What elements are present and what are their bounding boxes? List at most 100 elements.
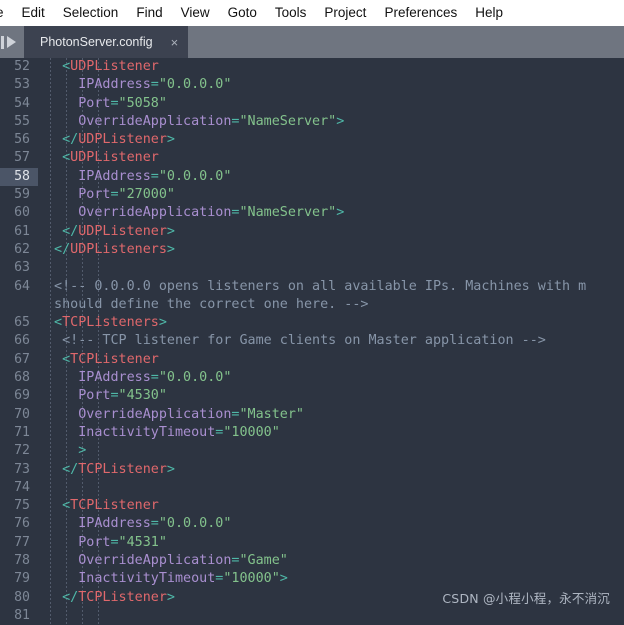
code-line[interactable]: 52 <UDPListener [0, 58, 624, 76]
tab-bar: PhotonServer.config × [0, 26, 624, 58]
menu-goto[interactable]: Goto [219, 0, 266, 26]
token-br: = [110, 95, 119, 111]
code-line[interactable]: 61 </UDPListener> [0, 223, 624, 241]
code-line[interactable]: 67 <TCPListener [0, 351, 624, 369]
code-line[interactable]: 64 <!-- 0.0.0.0 opens listeners on all av… [0, 278, 624, 296]
token-cm: <!-- 0.0.0.0 opens listeners on all avai… [54, 278, 587, 294]
menu-file[interactable]: le [0, 0, 13, 26]
line-number: 59 [14, 187, 30, 203]
code-line[interactable]: 65 <TCPListeners> [0, 314, 624, 332]
line-number: 69 [14, 388, 30, 404]
line-number: 52 [14, 59, 30, 74]
code-line[interactable]: 54 Port="5058" [0, 95, 624, 113]
chevron-right-icon[interactable] [6, 36, 16, 48]
line-number: 67 [14, 351, 30, 367]
line-text: <UDPListener [62, 58, 159, 76]
token-tg: UDPListener [78, 132, 167, 148]
token-br: > [166, 589, 175, 605]
token-br: > [166, 241, 175, 257]
code-content[interactable]: 52 <UDPListener 53 IPAddress="0.0.0.0" 54 Por… [0, 58, 624, 625]
token-at: OverrideApplication [78, 553, 232, 569]
token-br: > [166, 461, 175, 477]
code-line[interactable]: 69 Port="4530" [0, 387, 624, 405]
line-text: <TCPListener [62, 497, 159, 515]
token-va: "NameServer" [239, 205, 337, 221]
menu-selection[interactable]: Selection [54, 0, 128, 26]
token-br: > [158, 315, 167, 331]
code-line[interactable]: 60 OverrideApplication="NameServer"> [0, 204, 624, 222]
token-va: "10000" [223, 424, 280, 440]
code-line[interactable]: 57 <UDPListener [0, 149, 624, 167]
code-line[interactable]: 71 InactivityTimeout="10000" [0, 424, 624, 442]
token-va: "4530" [118, 388, 167, 404]
token-br: > [78, 443, 87, 459]
token-va: "0.0.0.0" [158, 516, 232, 532]
line-text: OverrideApplication="Master" [78, 406, 304, 424]
line-number: 60 [14, 205, 30, 221]
token-at: OverrideApplication [78, 205, 232, 221]
code-line[interactable]: should define the correct one here. --> [0, 296, 624, 314]
menu-edit[interactable]: Edit [13, 0, 54, 26]
token-at: OverrideApplication [78, 113, 232, 129]
line-number: 64 [14, 278, 30, 294]
token-br: = [150, 168, 159, 184]
code-line[interactable]: 56 </UDPListener> [0, 131, 624, 149]
token-va: "27000" [118, 187, 175, 203]
menu-find[interactable]: Find [127, 0, 171, 26]
token-cm: should define the correct one here. --> [54, 296, 369, 312]
code-line[interactable]: 68 IPAddress="0.0.0.0" [0, 369, 624, 387]
token-cm: <!-- TCP listener for Game clients on Ma… [62, 333, 546, 349]
token-at: Port [78, 187, 111, 203]
line-number: 53 [14, 77, 30, 93]
code-line[interactable]: 77 Port="4531" [0, 534, 624, 552]
token-va: "0.0.0.0" [158, 370, 232, 386]
line-text: IPAddress="0.0.0.0" [78, 515, 231, 533]
code-line[interactable]: 63 [0, 259, 624, 277]
code-line[interactable]: 78 OverrideApplication="Game" [0, 552, 624, 570]
menu-help[interactable]: Help [466, 0, 512, 26]
code-line[interactable]: 74 [0, 479, 624, 497]
token-at: InactivityTimeout [78, 571, 216, 587]
code-line[interactable]: 72 > [0, 442, 624, 460]
token-tg: TCPListeners [62, 315, 159, 331]
code-line[interactable]: 81 [0, 607, 624, 625]
line-text: </TCPListener> [62, 461, 175, 479]
line-number: 73 [14, 461, 30, 477]
token-va: "4531" [118, 534, 167, 550]
token-at: OverrideApplication [78, 406, 232, 422]
menu-preferences[interactable]: Preferences [375, 0, 466, 26]
code-line[interactable]: 70 OverrideApplication="Master" [0, 406, 624, 424]
sublime-text-window: leEditSelectionFindViewGotoToolsProjectP… [0, 0, 624, 625]
code-line[interactable]: 79 InactivityTimeout="10000"> [0, 570, 624, 588]
code-line[interactable]: 62 </UDPListeners> [0, 241, 624, 259]
menu-project[interactable]: Project [315, 0, 375, 26]
line-number: 66 [14, 333, 30, 349]
line-number: 57 [14, 150, 30, 166]
line-text: <!-- TCP listener for Game clients on Ma… [62, 332, 546, 350]
line-number: 54 [14, 95, 30, 111]
line-text: </TCPListener> [62, 589, 175, 607]
menu-bar: leEditSelectionFindViewGotoToolsProjectP… [0, 0, 624, 26]
menu-tools[interactable]: Tools [266, 0, 316, 26]
line-number: 62 [14, 241, 30, 257]
code-editor[interactable]: 52 <UDPListener 53 IPAddress="0.0.0.0" 54 Por… [0, 58, 624, 625]
code-line[interactable]: 53 IPAddress="0.0.0.0" [0, 76, 624, 94]
token-va: "0.0.0.0" [158, 168, 232, 184]
code-line[interactable]: 73 </TCPListener> [0, 461, 624, 479]
menu-view[interactable]: View [172, 0, 219, 26]
line-text: InactivityTimeout="10000" [78, 424, 280, 442]
token-va: "10000" [223, 571, 280, 587]
close-icon[interactable]: × [153, 35, 179, 50]
tab-scroll-nav[interactable] [0, 26, 24, 58]
code-line[interactable]: 55 OverrideApplication="NameServer"> [0, 113, 624, 131]
token-br: < [62, 498, 71, 514]
token-tg: UDPListener [70, 150, 159, 166]
code-line[interactable]: 66 <!-- TCP listener for Game clients on … [0, 332, 624, 350]
code-line[interactable]: 58 IPAddress="0.0.0.0" [0, 167, 624, 187]
code-line[interactable]: 76 IPAddress="0.0.0.0" [0, 515, 624, 533]
code-line[interactable]: 59 Port="27000" [0, 186, 624, 204]
token-at: IPAddress [78, 168, 151, 184]
code-line[interactable]: 75 <TCPListener [0, 497, 624, 515]
tab-photonserver-config[interactable]: PhotonServer.config × [24, 26, 189, 58]
token-tg: UDPListeners [70, 241, 167, 257]
